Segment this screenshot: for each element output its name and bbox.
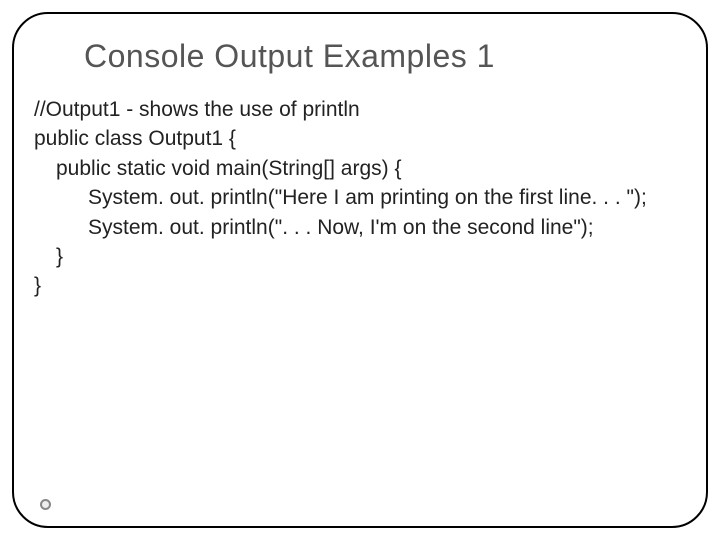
code-block: //Output1 - shows the use of println pub…	[34, 95, 686, 301]
code-line-4: System. out. println("Here I am printing…	[34, 183, 686, 212]
code-line-5: System. out. println(". . . Now, I'm on …	[34, 213, 686, 242]
code-line-7: }	[34, 271, 686, 300]
page-marker-icon	[40, 499, 51, 510]
code-line-1: //Output1 - shows the use of println	[34, 95, 686, 124]
code-line-6: }	[34, 242, 686, 271]
code-line-3: public static void main(String[] args) {	[34, 154, 686, 183]
code-line-2: public class Output1 {	[34, 124, 686, 153]
slide-title: Console Output Examples 1	[84, 38, 686, 75]
slide-frame: Console Output Examples 1 //Output1 - sh…	[12, 12, 708, 528]
